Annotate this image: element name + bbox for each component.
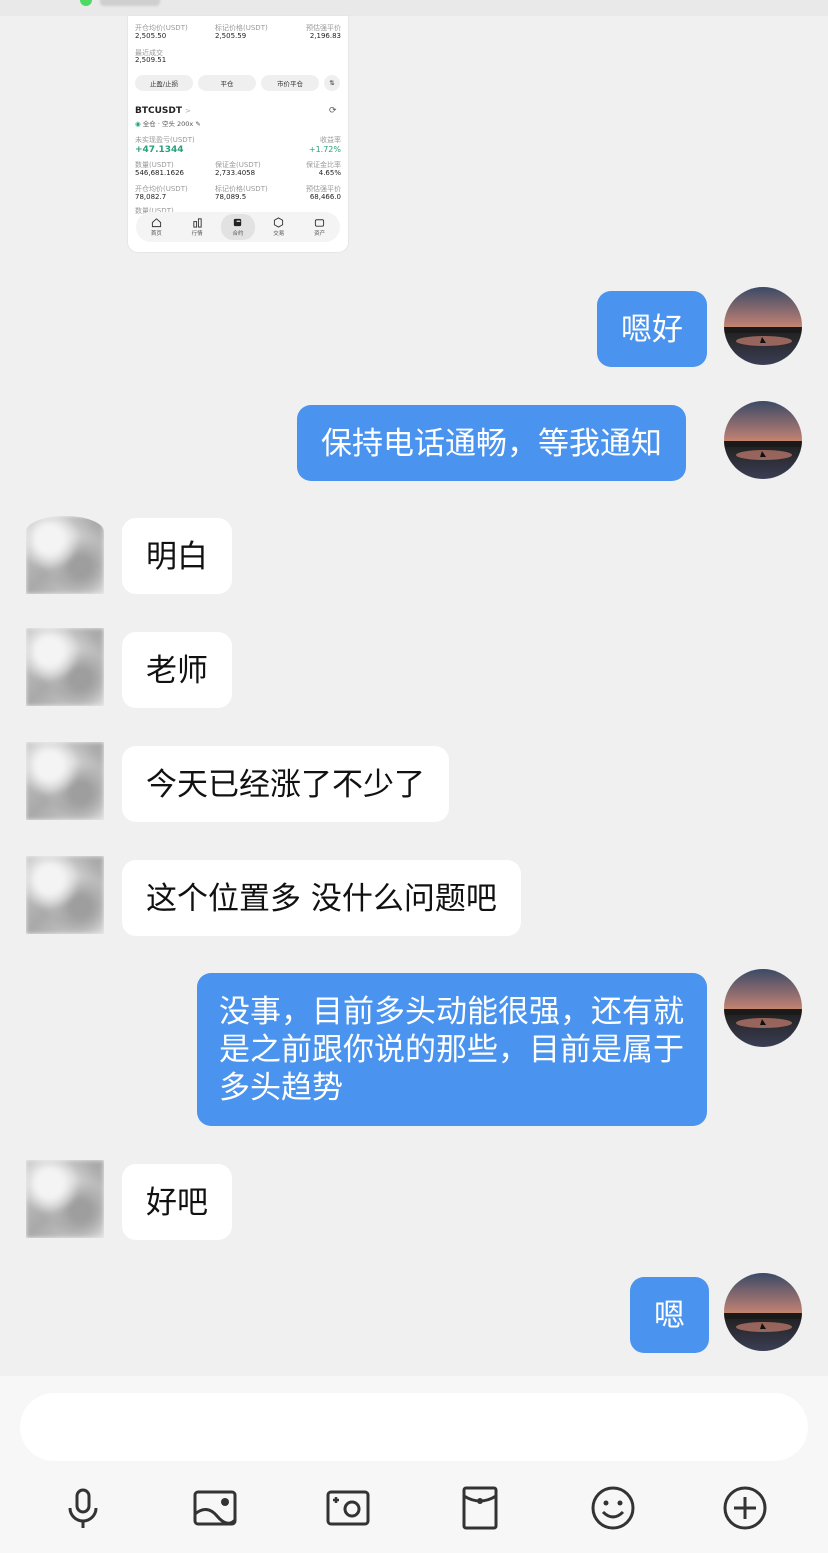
emoji-icon[interactable]: [587, 1482, 639, 1534]
reverse-button: ⇅: [324, 75, 340, 91]
home-icon: [151, 218, 161, 228]
my-avatar[interactable]: [724, 287, 802, 365]
message-bubble-out[interactable]: 嗯好: [597, 291, 707, 367]
market-close-button: 市价平仓: [261, 75, 319, 91]
message-bubble-in[interactable]: 老师: [122, 632, 232, 708]
contact-avatar[interactable]: [26, 516, 104, 594]
pnl-value: +47.1344: [135, 145, 184, 155]
microphone-icon[interactable]: [57, 1482, 109, 1534]
share-icon: ⟳: [329, 106, 337, 116]
contact-avatar[interactable]: [26, 856, 104, 934]
message-input[interactable]: [20, 1393, 808, 1461]
contact-avatar[interactable]: [26, 1160, 104, 1238]
camera-icon[interactable]: [322, 1482, 374, 1534]
message-bubble-in[interactable]: 好吧: [122, 1164, 232, 1240]
message-bubble-out[interactable]: 没事，目前多头动能很强，还有就是之前跟你说的那些，目前是属于多头趋势: [197, 973, 707, 1126]
contact-avatar[interactable]: [26, 742, 104, 820]
value: 2,733.4058: [215, 169, 256, 177]
position-tags: ◉ 全仓 · 空头 200x ✎: [135, 120, 201, 128]
sunset-landscape-image: [724, 401, 802, 479]
app-bottom-nav: 首页 行情 合约 交易 资产: [136, 212, 340, 242]
nav-trade: 交易: [262, 214, 296, 240]
trade-icon: [274, 217, 284, 228]
tp-sl-button: 止盈/止损: [135, 75, 193, 91]
value: 2,196.83: [309, 32, 341, 40]
value: 68,466.0: [309, 193, 341, 201]
value: 546,681.1626: [135, 169, 184, 177]
nav-futures: 合约: [220, 214, 255, 240]
my-avatar[interactable]: [724, 969, 802, 1047]
value: 78,089.5: [215, 193, 247, 201]
roe-value: +1.72%: [308, 145, 341, 154]
shared-screenshot-image[interactable]: 开仓均价(USDT) 2,505.50 标记价格(USDT) 2,505.59 …: [128, 16, 348, 252]
value: 2,509.51: [135, 56, 167, 64]
nav-home: 首页: [139, 214, 173, 240]
close-position-button: 平仓: [198, 75, 256, 91]
nav-assets: 资产: [303, 214, 337, 240]
sunset-landscape-image: [724, 969, 802, 1047]
message-bubble-in[interactable]: 今天已经涨了不少了: [122, 746, 449, 822]
value: 2,505.50: [135, 32, 167, 40]
message-bubble-in[interactable]: 这个位置多 没什么问题吧: [122, 860, 521, 936]
my-avatar[interactable]: [724, 401, 802, 479]
label: 未实现盈亏(USDT): [135, 136, 195, 144]
red-packet-icon[interactable]: [454, 1482, 506, 1534]
message-bubble-in[interactable]: 明白: [122, 518, 232, 594]
plus-icon[interactable]: [719, 1482, 771, 1534]
nav-market: 行情: [180, 214, 214, 240]
symbol-name: BTCUSDT >: [135, 106, 192, 116]
my-avatar[interactable]: [724, 1273, 802, 1351]
message-bubble-out[interactable]: 嗯: [630, 1277, 709, 1353]
label: 收益率: [320, 136, 341, 144]
sunset-landscape-image: [724, 287, 802, 365]
wallet-icon: [314, 219, 325, 227]
value: 4.65%: [318, 169, 341, 177]
image-icon[interactable]: [189, 1482, 241, 1534]
value: 78,082.7: [135, 193, 167, 201]
blurred-header: [100, 0, 160, 6]
message-bubble-out[interactable]: 保持电话通畅，等我通知: [297, 405, 686, 481]
value: 2,505.59: [215, 32, 247, 40]
futures-icon: [234, 218, 242, 227]
contact-avatar[interactable]: [26, 628, 104, 706]
sunset-landscape-image: [724, 1273, 802, 1351]
bars-icon: [193, 218, 202, 228]
